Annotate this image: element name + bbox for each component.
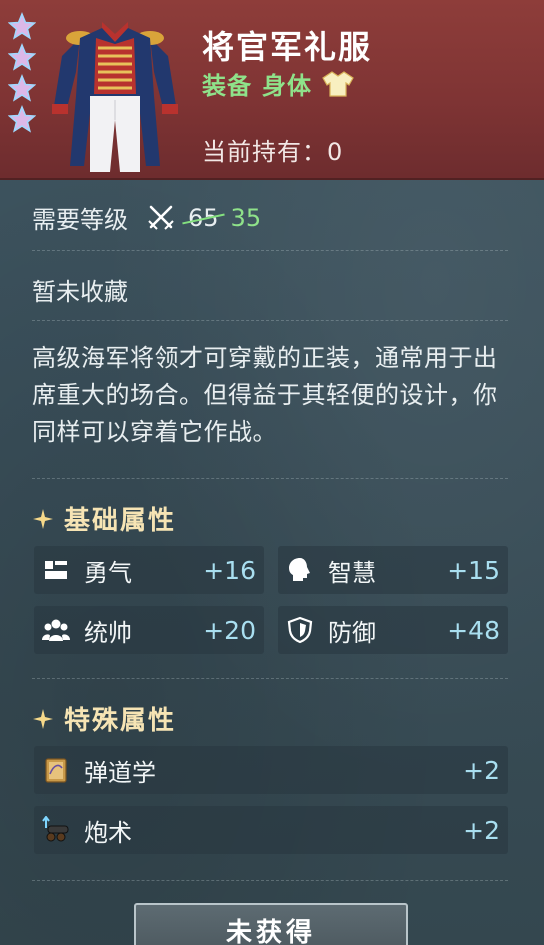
- basic-attributes-title: 基础属性: [32, 500, 176, 537]
- item-detail-panel: 将官军礼服 装备 身体 当前持有：0 需要等级 65 35 暂未收藏 高级海军将…: [0, 0, 544, 945]
- uniform-portrait-image: [52, 22, 178, 172]
- divider: [32, 678, 508, 679]
- star-icon: [8, 74, 36, 102]
- special-attributes-label: 特殊属性: [64, 706, 177, 736]
- divider: [32, 880, 508, 881]
- star-icon: [8, 43, 36, 71]
- stat-command: 统帅 +20: [34, 606, 264, 654]
- stat-courage: 勇气 +16: [34, 546, 264, 594]
- item-slot: 身体: [262, 72, 312, 100]
- stat-defense: 防御 +48: [278, 606, 508, 654]
- sparkle-icon: [33, 708, 53, 729]
- reduced-level: 35: [230, 203, 262, 232]
- wisdom-icon: [289, 558, 310, 581]
- stat-wisdom: 智慧 +15: [278, 546, 508, 594]
- body-slot-shirt-icon: [322, 70, 354, 97]
- stat-name: 统帅: [84, 618, 132, 647]
- command-icon: [42, 619, 70, 641]
- star-icon: [8, 105, 36, 133]
- stat-value: +20: [203, 615, 256, 645]
- special-stat-gunnery: 炮术 +2: [34, 806, 508, 854]
- stat-value: +2: [463, 815, 500, 845]
- item-category: 装备: [202, 72, 252, 100]
- crossed-swords-icon: [148, 205, 174, 230]
- not-obtained-button[interactable]: 未获得: [134, 903, 408, 945]
- original-level: 65: [188, 203, 219, 232]
- courage-icon: [45, 561, 67, 579]
- item-name: 将官军礼服: [202, 28, 373, 66]
- stat-name: 炮术: [84, 818, 132, 847]
- defense-icon: [287, 616, 313, 644]
- divider: [32, 250, 508, 251]
- stat-name: 勇气: [84, 558, 132, 587]
- basic-attributes-label: 基础属性: [64, 506, 177, 536]
- stat-name: 防御: [328, 618, 376, 647]
- required-level-label: 需要等级: [32, 206, 128, 234]
- cannon-icon: [42, 816, 69, 842]
- special-stat-ballistics: 弹道学 +2: [34, 746, 508, 794]
- ballistics-book-icon: [45, 758, 67, 783]
- required-level-row: 需要等级 65 35: [32, 200, 261, 235]
- stat-value: +16: [203, 555, 256, 585]
- stat-name: 弹道学: [84, 758, 156, 787]
- collection-status: 暂未收藏: [32, 278, 128, 306]
- special-attributes-title: 特殊属性: [32, 700, 176, 737]
- stat-value: +2: [463, 755, 500, 785]
- item-type-row: 装备 身体: [202, 66, 354, 101]
- sparkle-icon: [33, 508, 53, 529]
- item-header: 将官军礼服 装备 身体 当前持有：0: [0, 0, 544, 180]
- stat-value: +15: [447, 555, 500, 585]
- stat-value: +48: [447, 615, 500, 645]
- divider: [32, 320, 508, 321]
- star-icon: [8, 12, 36, 40]
- item-description: 高级海军将领才可穿戴的正装，通常用于出席重大的场合。但得益于其轻便的设计，你同样…: [32, 344, 498, 446]
- stat-name: 智慧: [328, 558, 376, 587]
- divider: [32, 478, 508, 479]
- owned-count: 当前持有：0: [202, 138, 344, 166]
- rarity-stars: [8, 12, 38, 136]
